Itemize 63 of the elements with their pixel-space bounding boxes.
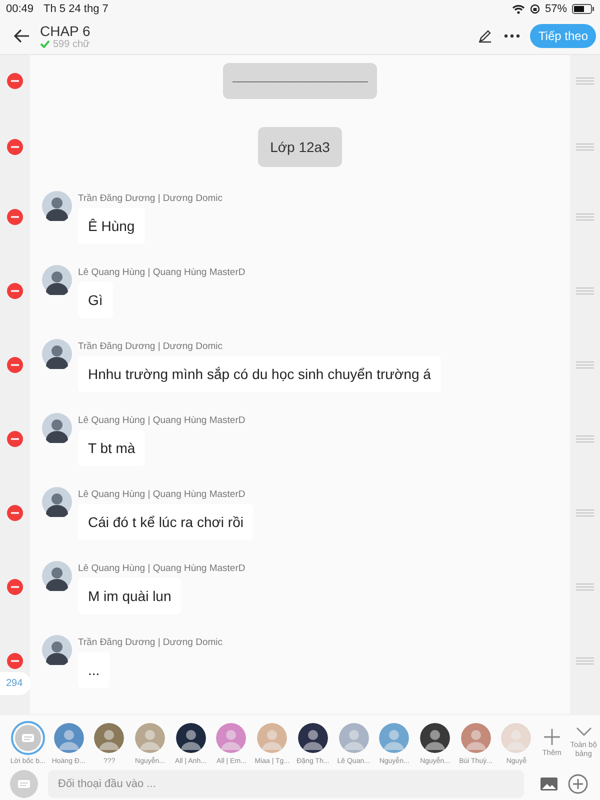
pencil-icon[interactable] (478, 29, 492, 43)
delete-icon[interactable] (7, 579, 23, 595)
narration-bubble[interactable]: ________________________ (223, 63, 377, 99)
message-bubble[interactable]: M im quài lun (78, 578, 182, 614)
image-icon[interactable] (540, 777, 558, 791)
delete-icon[interactable] (7, 505, 23, 521)
delete-icon[interactable] (7, 209, 23, 225)
avatar (42, 191, 72, 221)
drag-handle-icon[interactable] (576, 361, 594, 369)
avatar (42, 265, 72, 295)
avatar[interactable] (296, 721, 330, 755)
message-bubble[interactable]: Hnhu trường mình sắp có du học sinh chuyển trường á (78, 356, 441, 392)
delete-icon[interactable] (7, 357, 23, 373)
drag-handle-icon[interactable] (576, 77, 594, 85)
speaker-name: Trần Đăng Dương | Dương Domic (78, 637, 223, 648)
speaker-name: Lê Quang Hùng | Quang Hùng MasterD (78, 415, 246, 426)
check-icon (40, 40, 50, 48)
drag-handle-icon[interactable] (576, 287, 594, 295)
status-time: 00:49 (6, 3, 34, 15)
avatar[interactable] (174, 721, 208, 755)
speaker-name: Lê Quang Hùng | Quang Hùng MasterD (78, 267, 246, 278)
drag-handle-icon[interactable] (576, 583, 594, 591)
avatar (42, 413, 72, 443)
drag-handle-icon[interactable] (576, 213, 594, 221)
entry-count: 294 (0, 672, 31, 695)
message-bubble[interactable]: Ê Hùng (78, 208, 145, 244)
avatar (42, 561, 72, 591)
battery-percent: 57% (544, 3, 567, 15)
speaker-name: Lê Quang Hùng | Quang Hùng MasterD (78, 489, 246, 500)
back-arrow-icon[interactable] (14, 29, 30, 43)
plus-icon[interactable] (544, 729, 560, 745)
word-count: 599 chữ (53, 38, 90, 50)
delete-icon[interactable] (7, 431, 23, 447)
delete-icon[interactable] (7, 283, 23, 299)
drag-handle-icon[interactable] (576, 435, 594, 443)
add-circle-icon[interactable] (568, 774, 588, 794)
narration-bubble[interactable]: Lớp 12a3 (258, 127, 342, 167)
message-bubble[interactable]: T bt mà (78, 430, 146, 466)
speaker-name: Lê Quang Hùng | Quang Hùng MasterD (78, 563, 246, 574)
message-bubble[interactable]: Cái đó t kể lúc ra chơi rồi (78, 504, 254, 540)
message-bubble[interactable]: Gì (78, 282, 113, 318)
wifi-icon (512, 4, 525, 14)
delete-icon[interactable] (7, 139, 23, 155)
dialogue-input[interactable]: Đối thoại đầu vào ... (48, 770, 524, 798)
more-icon[interactable] (504, 34, 520, 38)
lock-rotation-icon (530, 4, 540, 14)
avatar (42, 487, 72, 517)
drag-handle-icon[interactable] (576, 509, 594, 517)
narration-avatar-icon[interactable] (10, 721, 45, 755)
avatar (42, 339, 72, 369)
battery-icon (572, 4, 594, 14)
chevron-down-icon[interactable] (576, 727, 592, 737)
delete-icon[interactable] (7, 653, 23, 669)
status-date: Th 5 24 thg 7 (44, 3, 108, 15)
chapter-title: CHAP 6 (40, 22, 90, 38)
message-bubble[interactable]: ... (78, 652, 110, 688)
delete-icon[interactable] (7, 73, 23, 89)
speaker-name: Trần Đăng Dương | Dương Domic (78, 193, 223, 204)
avatar[interactable] (418, 721, 452, 755)
avatar (42, 635, 72, 665)
drag-handle-icon[interactable] (576, 657, 594, 665)
drag-handle-icon[interactable] (576, 143, 594, 151)
speaker-name: Trần Đăng Dương | Dương Domic (78, 341, 224, 352)
